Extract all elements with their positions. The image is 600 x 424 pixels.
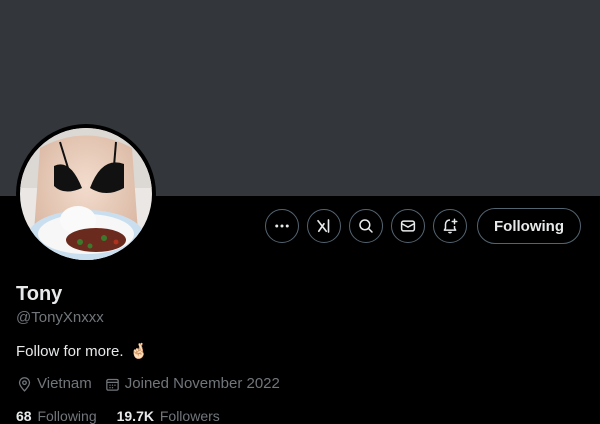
notify-button[interactable] (433, 209, 468, 243)
location: Vietnam (16, 374, 92, 394)
more-horizontal-icon (275, 224, 289, 228)
message-button[interactable] (391, 209, 426, 243)
following-count: 68 (16, 408, 32, 424)
location-pin-icon (18, 376, 31, 392)
crossed-fingers-emoji: 🤞🏻 (129, 343, 149, 360)
following-button[interactable]: Following (477, 208, 581, 244)
avatar-image (20, 128, 152, 260)
search-icon (359, 219, 373, 233)
grok-button[interactable] (307, 209, 342, 243)
bell-plus-icon (443, 218, 458, 234)
calendar-icon (105, 378, 119, 391)
display-name: Tony (16, 283, 63, 305)
more-button[interactable] (265, 209, 300, 243)
grok-icon (317, 219, 330, 233)
profile-actions: Following (265, 208, 581, 244)
following-count-link[interactable]: 68 Following (16, 406, 97, 424)
followers-count-link[interactable]: 19.7K Followers (117, 406, 220, 424)
following-label: Following (37, 408, 97, 424)
join-date: Joined November 2022 (104, 374, 280, 394)
profile-info: Tony @TonyXnxxx Follow for more. 🤞🏻 Viet… (16, 282, 584, 424)
location-text: Vietnam (37, 375, 92, 392)
profile-meta: Vietnam Joined November 2022 (16, 374, 584, 394)
bio: Follow for more. 🤞🏻 (16, 342, 584, 362)
join-date-text: Joined November 2022 (124, 375, 280, 392)
profile-stats: 68 Following 19.7K Followers (16, 406, 584, 424)
profile-page: Following Tony @TonyXnxxx Follow for mor… (0, 0, 600, 424)
followers-label: Followers (159, 408, 220, 424)
bio-text: Follow for more. (16, 343, 124, 360)
user-handle: @TonyXnxxx (16, 309, 104, 326)
search-button[interactable] (349, 209, 384, 243)
followers-count: 19.7K (116, 408, 154, 424)
avatar[interactable] (16, 124, 156, 264)
envelope-icon (400, 220, 416, 232)
